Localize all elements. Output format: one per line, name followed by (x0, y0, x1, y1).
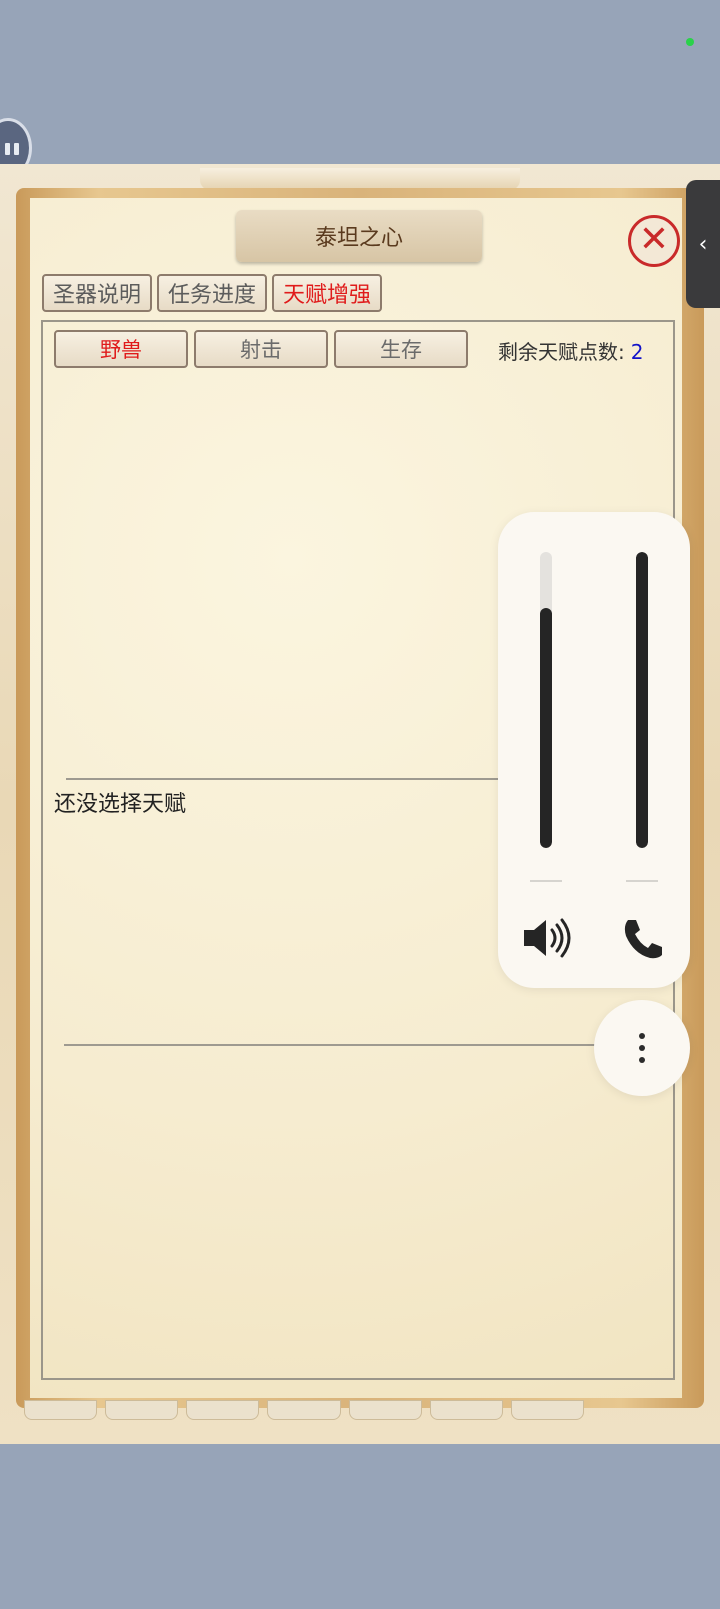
frame-bottom-decoration (24, 1400, 584, 1420)
more-dot (639, 1057, 645, 1063)
tab-label: 天赋增强 (282, 283, 371, 308)
more-dot (639, 1045, 645, 1051)
tab-artifact-info[interactable]: 圣器说明 (42, 274, 152, 312)
remaining-points-label: 剩余天赋点数: (498, 340, 625, 364)
subtab-shooting[interactable]: 射击 (194, 330, 328, 368)
divider-top (66, 778, 506, 780)
tab-quest-progress[interactable]: 任务进度 (157, 274, 267, 312)
call-volume-fill (636, 552, 648, 848)
side-panel-toggle[interactable]: ‹ (686, 180, 720, 308)
more-dot (639, 1033, 645, 1039)
call-volume-slider[interactable] (636, 552, 648, 848)
divider-bottom (64, 1044, 604, 1046)
chevron-left-icon: ‹ (698, 231, 708, 257)
no-talent-selected-message: 还没选择天赋 (54, 792, 187, 817)
dialog-title: 泰坦之心 (236, 210, 482, 262)
frame-top-decoration (200, 168, 520, 190)
call-slider-divider (626, 880, 658, 882)
remaining-points-value: 2 (630, 340, 644, 364)
pause-bar-left (5, 143, 10, 155)
speaker-icon[interactable] (522, 916, 572, 960)
media-volume-slider[interactable] (540, 552, 552, 848)
volume-panel (498, 512, 690, 988)
tab-talent-enhance[interactable]: 天赋增强 (272, 274, 382, 312)
subtab-label: 射击 (240, 338, 282, 362)
media-slider-divider (530, 880, 562, 882)
status-indicator-dot (686, 38, 694, 46)
pause-bar-right (14, 143, 19, 155)
tab-label: 圣器说明 (52, 283, 141, 308)
media-volume-fill (540, 608, 552, 848)
more-options-button[interactable] (594, 1000, 690, 1096)
subtab-survival[interactable]: 生存 (334, 330, 468, 368)
phone-icon[interactable] (618, 916, 668, 960)
subtab-beast[interactable]: 野兽 (54, 330, 188, 368)
remaining-talent-points: 剩余天赋点数: 2 (498, 336, 643, 365)
dialog-title-text: 泰坦之心 (314, 226, 403, 251)
tab-label: 任务进度 (167, 283, 256, 308)
close-icon: ✕ (638, 219, 670, 260)
subtab-label: 野兽 (100, 338, 142, 362)
close-button[interactable]: ✕ (628, 215, 680, 267)
subtab-label: 生存 (380, 338, 422, 362)
